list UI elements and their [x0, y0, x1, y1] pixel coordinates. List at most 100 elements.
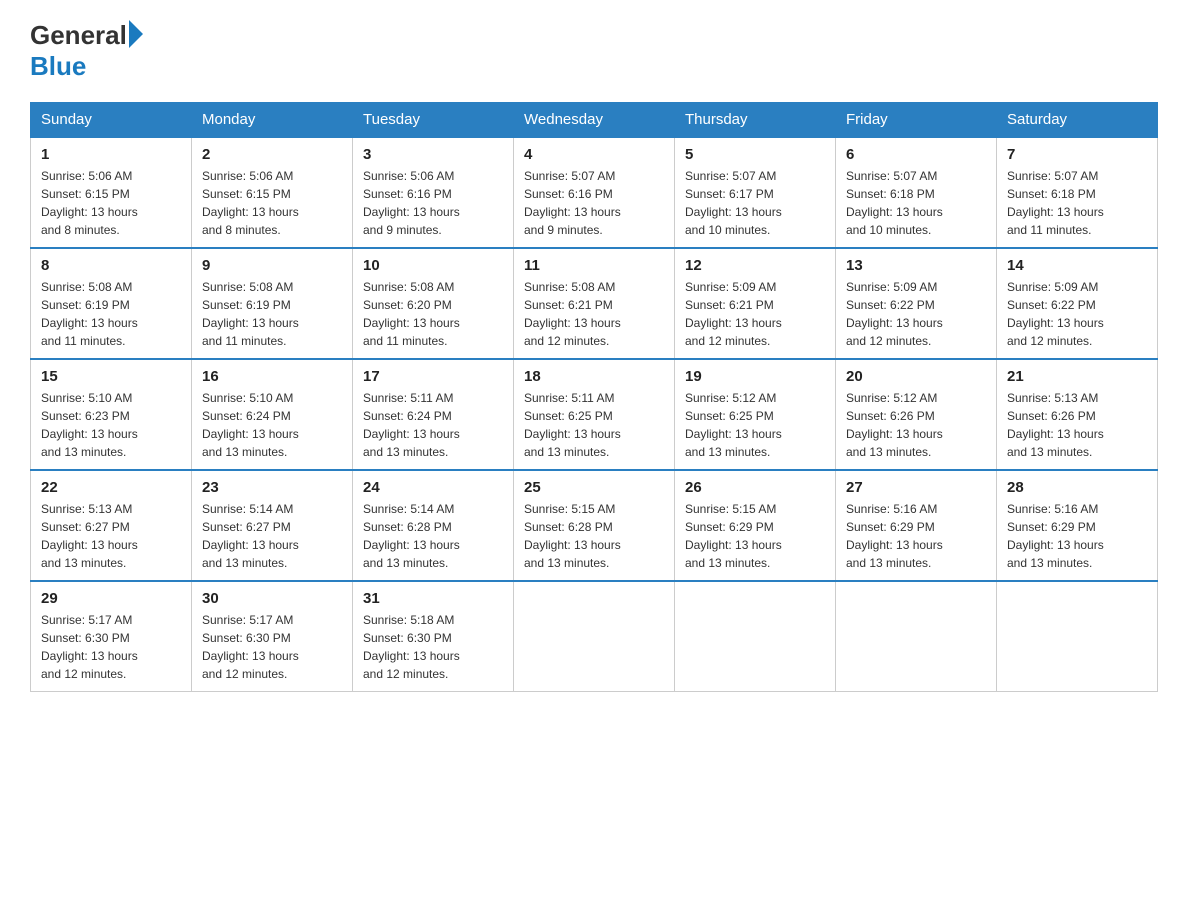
- day-info: Sunrise: 5:11 AMSunset: 6:24 PMDaylight:…: [363, 389, 503, 461]
- calendar-day-30: 30 Sunrise: 5:17 AMSunset: 6:30 PMDaylig…: [192, 581, 353, 692]
- day-number: 24: [363, 479, 503, 496]
- day-info: Sunrise: 5:12 AMSunset: 6:26 PMDaylight:…: [846, 389, 986, 461]
- day-info: Sunrise: 5:17 AMSunset: 6:30 PMDaylight:…: [41, 611, 181, 683]
- calendar-day-14: 14 Sunrise: 5:09 AMSunset: 6:22 PMDaylig…: [997, 248, 1158, 359]
- calendar-day-3: 3 Sunrise: 5:06 AMSunset: 6:16 PMDayligh…: [353, 137, 514, 248]
- day-number: 22: [41, 479, 181, 496]
- day-number: 30: [202, 590, 342, 607]
- calendar-day-2: 2 Sunrise: 5:06 AMSunset: 6:15 PMDayligh…: [192, 137, 353, 248]
- logo-general-text: General: [30, 20, 127, 51]
- day-number: 8: [41, 257, 181, 274]
- day-info: Sunrise: 5:10 AMSunset: 6:24 PMDaylight:…: [202, 389, 342, 461]
- day-info: Sunrise: 5:16 AMSunset: 6:29 PMDaylight:…: [846, 500, 986, 572]
- day-number: 26: [685, 479, 825, 496]
- calendar-empty-cell: [997, 581, 1158, 692]
- day-number: 27: [846, 479, 986, 496]
- day-info: Sunrise: 5:11 AMSunset: 6:25 PMDaylight:…: [524, 389, 664, 461]
- calendar-day-7: 7 Sunrise: 5:07 AMSunset: 6:18 PMDayligh…: [997, 137, 1158, 248]
- day-info: Sunrise: 5:10 AMSunset: 6:23 PMDaylight:…: [41, 389, 181, 461]
- column-header-tuesday: Tuesday: [353, 103, 514, 138]
- day-number: 15: [41, 368, 181, 385]
- calendar-empty-cell: [836, 581, 997, 692]
- day-info: Sunrise: 5:07 AMSunset: 6:16 PMDaylight:…: [524, 167, 664, 239]
- calendar-week-5: 29 Sunrise: 5:17 AMSunset: 6:30 PMDaylig…: [31, 581, 1158, 692]
- day-number: 9: [202, 257, 342, 274]
- day-number: 3: [363, 146, 503, 163]
- calendar-day-31: 31 Sunrise: 5:18 AMSunset: 6:30 PMDaylig…: [353, 581, 514, 692]
- calendar-day-25: 25 Sunrise: 5:15 AMSunset: 6:28 PMDaylig…: [514, 470, 675, 581]
- day-info: Sunrise: 5:09 AMSunset: 6:22 PMDaylight:…: [1007, 278, 1147, 350]
- calendar-day-5: 5 Sunrise: 5:07 AMSunset: 6:17 PMDayligh…: [675, 137, 836, 248]
- day-number: 25: [524, 479, 664, 496]
- calendar-week-1: 1 Sunrise: 5:06 AMSunset: 6:15 PMDayligh…: [31, 137, 1158, 248]
- calendar-day-16: 16 Sunrise: 5:10 AMSunset: 6:24 PMDaylig…: [192, 359, 353, 470]
- day-info: Sunrise: 5:09 AMSunset: 6:21 PMDaylight:…: [685, 278, 825, 350]
- day-info: Sunrise: 5:07 AMSunset: 6:18 PMDaylight:…: [1007, 167, 1147, 239]
- calendar-day-13: 13 Sunrise: 5:09 AMSunset: 6:22 PMDaylig…: [836, 248, 997, 359]
- calendar-day-18: 18 Sunrise: 5:11 AMSunset: 6:25 PMDaylig…: [514, 359, 675, 470]
- calendar-day-11: 11 Sunrise: 5:08 AMSunset: 6:21 PMDaylig…: [514, 248, 675, 359]
- day-info: Sunrise: 5:14 AMSunset: 6:27 PMDaylight:…: [202, 500, 342, 572]
- page-header: General Blue: [30, 20, 1158, 82]
- column-header-monday: Monday: [192, 103, 353, 138]
- calendar-empty-cell: [514, 581, 675, 692]
- day-number: 17: [363, 368, 503, 385]
- day-number: 21: [1007, 368, 1147, 385]
- calendar-day-6: 6 Sunrise: 5:07 AMSunset: 6:18 PMDayligh…: [836, 137, 997, 248]
- day-number: 28: [1007, 479, 1147, 496]
- day-number: 14: [1007, 257, 1147, 274]
- day-info: Sunrise: 5:09 AMSunset: 6:22 PMDaylight:…: [846, 278, 986, 350]
- column-header-friday: Friday: [836, 103, 997, 138]
- day-info: Sunrise: 5:17 AMSunset: 6:30 PMDaylight:…: [202, 611, 342, 683]
- day-info: Sunrise: 5:13 AMSunset: 6:26 PMDaylight:…: [1007, 389, 1147, 461]
- calendar-day-12: 12 Sunrise: 5:09 AMSunset: 6:21 PMDaylig…: [675, 248, 836, 359]
- day-number: 4: [524, 146, 664, 163]
- day-info: Sunrise: 5:08 AMSunset: 6:19 PMDaylight:…: [41, 278, 181, 350]
- day-number: 11: [524, 257, 664, 274]
- column-header-saturday: Saturday: [997, 103, 1158, 138]
- day-info: Sunrise: 5:15 AMSunset: 6:28 PMDaylight:…: [524, 500, 664, 572]
- day-info: Sunrise: 5:18 AMSunset: 6:30 PMDaylight:…: [363, 611, 503, 683]
- day-number: 18: [524, 368, 664, 385]
- column-header-wednesday: Wednesday: [514, 103, 675, 138]
- day-info: Sunrise: 5:06 AMSunset: 6:15 PMDaylight:…: [41, 167, 181, 239]
- day-number: 29: [41, 590, 181, 607]
- day-number: 20: [846, 368, 986, 385]
- calendar-header-row: SundayMondayTuesdayWednesdayThursdayFrid…: [31, 103, 1158, 138]
- calendar-empty-cell: [675, 581, 836, 692]
- day-info: Sunrise: 5:15 AMSunset: 6:29 PMDaylight:…: [685, 500, 825, 572]
- calendar-day-23: 23 Sunrise: 5:14 AMSunset: 6:27 PMDaylig…: [192, 470, 353, 581]
- column-header-sunday: Sunday: [31, 103, 192, 138]
- calendar-day-26: 26 Sunrise: 5:15 AMSunset: 6:29 PMDaylig…: [675, 470, 836, 581]
- calendar-week-3: 15 Sunrise: 5:10 AMSunset: 6:23 PMDaylig…: [31, 359, 1158, 470]
- day-info: Sunrise: 5:08 AMSunset: 6:21 PMDaylight:…: [524, 278, 664, 350]
- day-info: Sunrise: 5:13 AMSunset: 6:27 PMDaylight:…: [41, 500, 181, 572]
- day-number: 19: [685, 368, 825, 385]
- day-info: Sunrise: 5:07 AMSunset: 6:18 PMDaylight:…: [846, 167, 986, 239]
- calendar-day-28: 28 Sunrise: 5:16 AMSunset: 6:29 PMDaylig…: [997, 470, 1158, 581]
- day-number: 7: [1007, 146, 1147, 163]
- calendar-day-20: 20 Sunrise: 5:12 AMSunset: 6:26 PMDaylig…: [836, 359, 997, 470]
- calendar-day-24: 24 Sunrise: 5:14 AMSunset: 6:28 PMDaylig…: [353, 470, 514, 581]
- calendar-day-19: 19 Sunrise: 5:12 AMSunset: 6:25 PMDaylig…: [675, 359, 836, 470]
- calendar-day-21: 21 Sunrise: 5:13 AMSunset: 6:26 PMDaylig…: [997, 359, 1158, 470]
- calendar-day-15: 15 Sunrise: 5:10 AMSunset: 6:23 PMDaylig…: [31, 359, 192, 470]
- calendar-day-29: 29 Sunrise: 5:17 AMSunset: 6:30 PMDaylig…: [31, 581, 192, 692]
- day-number: 10: [363, 257, 503, 274]
- day-info: Sunrise: 5:07 AMSunset: 6:17 PMDaylight:…: [685, 167, 825, 239]
- day-info: Sunrise: 5:16 AMSunset: 6:29 PMDaylight:…: [1007, 500, 1147, 572]
- day-number: 13: [846, 257, 986, 274]
- calendar-week-2: 8 Sunrise: 5:08 AMSunset: 6:19 PMDayligh…: [31, 248, 1158, 359]
- day-number: 16: [202, 368, 342, 385]
- calendar-day-17: 17 Sunrise: 5:11 AMSunset: 6:24 PMDaylig…: [353, 359, 514, 470]
- day-number: 5: [685, 146, 825, 163]
- column-header-thursday: Thursday: [675, 103, 836, 138]
- calendar-day-10: 10 Sunrise: 5:08 AMSunset: 6:20 PMDaylig…: [353, 248, 514, 359]
- calendar-week-4: 22 Sunrise: 5:13 AMSunset: 6:27 PMDaylig…: [31, 470, 1158, 581]
- day-info: Sunrise: 5:08 AMSunset: 6:19 PMDaylight:…: [202, 278, 342, 350]
- calendar-table: SundayMondayTuesdayWednesdayThursdayFrid…: [30, 102, 1158, 692]
- day-number: 1: [41, 146, 181, 163]
- day-number: 31: [363, 590, 503, 607]
- logo-blue-text: Blue: [30, 51, 143, 82]
- calendar-day-22: 22 Sunrise: 5:13 AMSunset: 6:27 PMDaylig…: [31, 470, 192, 581]
